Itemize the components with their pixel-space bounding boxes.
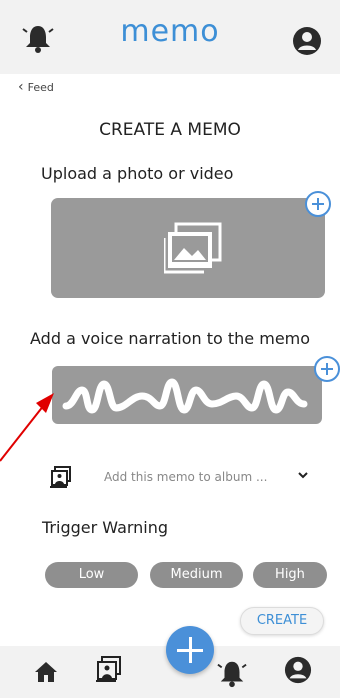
voice-label: Add a voice narration to the memo — [30, 329, 311, 348]
album-select[interactable]: Add this memo to album ... — [50, 462, 330, 492]
profile-nav-icon[interactable] — [284, 656, 312, 684]
back-to-feed-link[interactable]: ‹ Feed — [18, 80, 54, 94]
annotation-arrow — [0, 393, 54, 462]
add-memo-fab[interactable] — [166, 626, 214, 674]
phone-screen: memo ‹ Feed CREATE A MEMO Upload a photo… — [0, 0, 340, 698]
upload-label: Upload a photo or video — [41, 164, 234, 183]
edge-strip — [340, 0, 350, 698]
notifications-icon[interactable] — [217, 658, 247, 688]
album-nav-icon[interactable] — [96, 656, 122, 682]
back-link-label: Feed — [27, 80, 54, 94]
voice-narration-box[interactable] — [52, 366, 322, 424]
trigger-high-button[interactable]: High — [253, 562, 327, 588]
add-media-button[interactable] — [305, 191, 331, 217]
home-icon[interactable] — [34, 660, 58, 684]
add-voice-button[interactable] — [314, 356, 340, 382]
upload-dropzone[interactable] — [51, 198, 325, 298]
chevron-down-icon — [298, 472, 308, 479]
album-select-placeholder: Add this memo to album ... — [104, 470, 268, 484]
page-title: CREATE A MEMO — [99, 120, 241, 140]
app-title: memo — [120, 14, 220, 49]
create-button[interactable]: CREATE — [240, 607, 324, 635]
waveform-icon — [62, 378, 308, 414]
top-app-bar: memo — [0, 0, 340, 74]
gallery-icon — [164, 222, 222, 274]
trigger-low-button[interactable]: Low — [45, 562, 138, 588]
profile-icon[interactable] — [292, 26, 322, 56]
chevron-left-icon: ‹ — [18, 79, 24, 95]
trigger-medium-button[interactable]: Medium — [150, 562, 243, 588]
album-icon — [50, 466, 71, 488]
trigger-warning-label: Trigger Warning — [42, 518, 169, 537]
